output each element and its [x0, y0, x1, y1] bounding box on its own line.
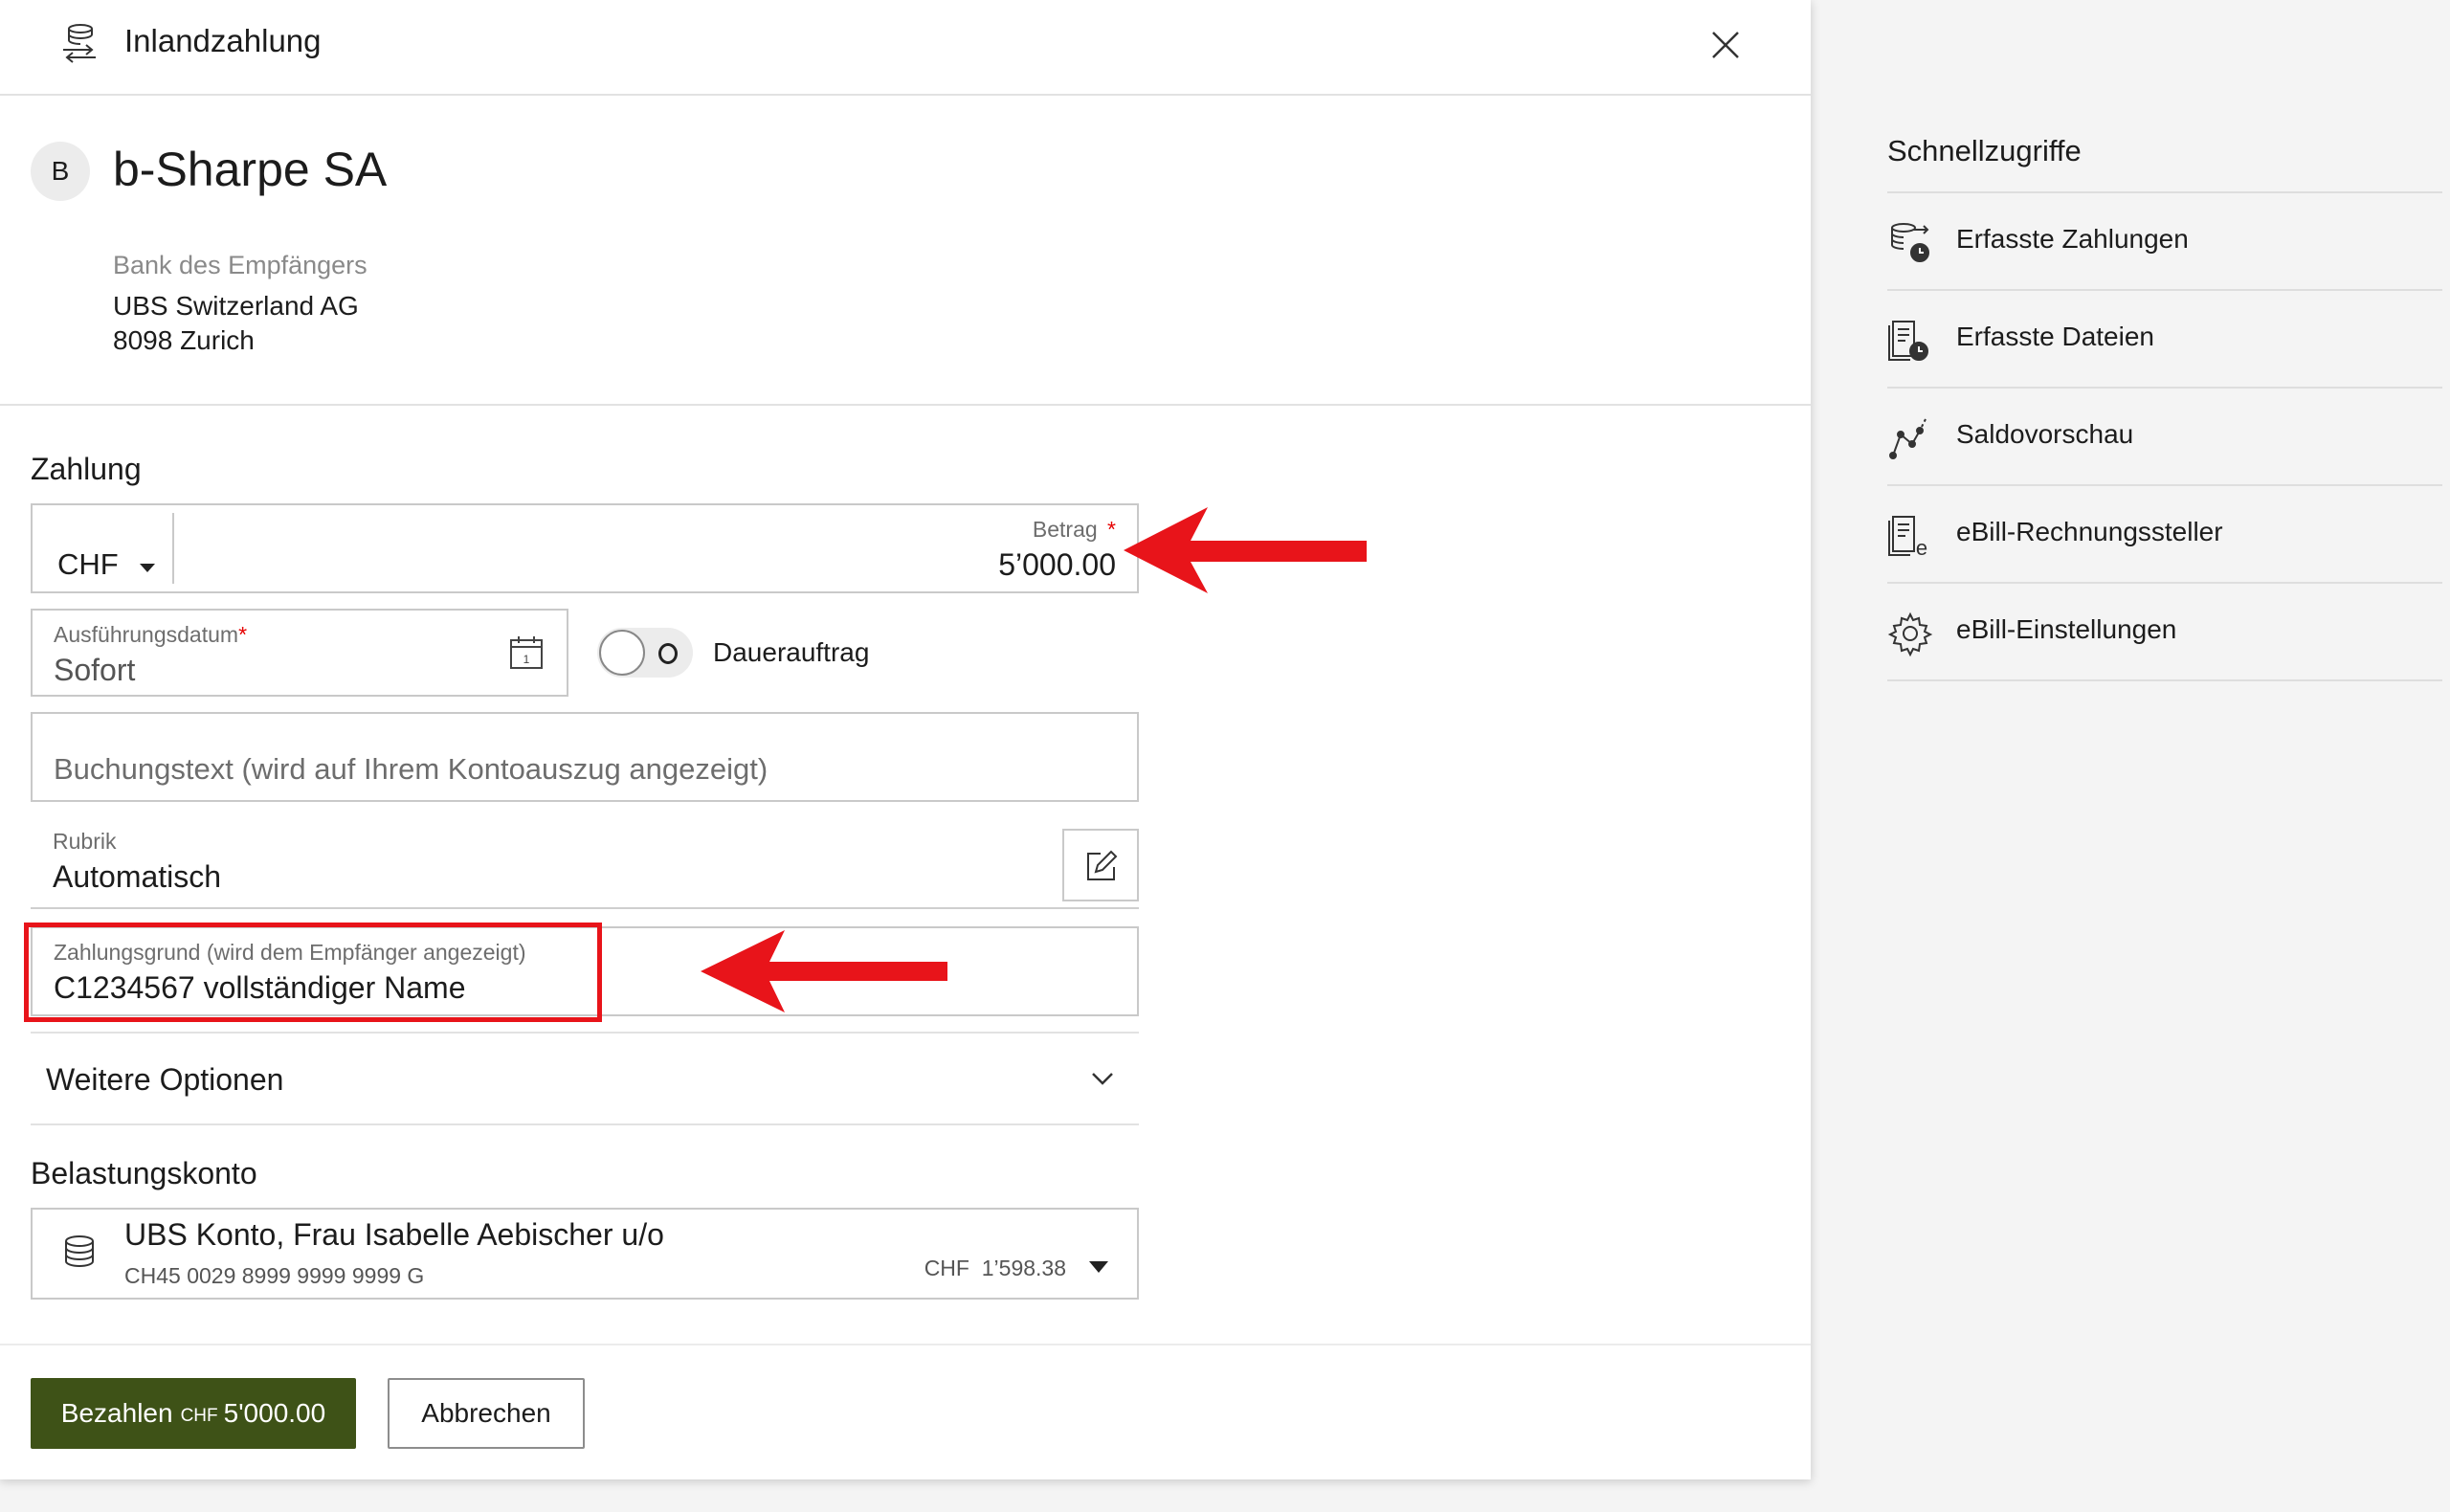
cancel-button[interactable]: Abbrechen — [388, 1378, 585, 1449]
booking-text-placeholder: Buchungstext (wird auf Ihrem Kontoauszug… — [54, 752, 768, 786]
amount-label: Betrag * — [1032, 517, 1116, 542]
toggle-knob — [599, 630, 645, 676]
execution-date-label: Ausführungsdatum* — [54, 622, 248, 647]
amount-input[interactable]: 5’000.00 — [998, 547, 1116, 583]
quick-link-label: eBill-Einstellungen — [1956, 614, 2177, 644]
payee-name: b-Sharpe SA — [113, 143, 388, 196]
payee-divider — [0, 404, 1811, 406]
chevron-down-icon — [1092, 1073, 1113, 1085]
payee-bank-label: Bank des Empfängers — [113, 251, 368, 279]
recorded-payments-icon — [1891, 223, 1929, 262]
quick-access-divider — [1887, 679, 2442, 681]
quick-link-ebill-settings[interactable]: eBill-Einstellungen — [1887, 584, 2442, 679]
svg-text:e: e — [1916, 536, 1927, 559]
currency-divider — [172, 513, 174, 584]
footer-divider — [0, 1344, 1811, 1345]
annotation-arrow-amount — [1124, 507, 1367, 593]
pay-button-currency: CHF — [180, 1406, 218, 1426]
debit-account-iban: CH45 0029 8999 9999 9999 G — [124, 1263, 425, 1288]
header-divider — [0, 94, 1811, 96]
debit-account-balance: CHF 1’598.38 — [924, 1256, 1066, 1280]
pay-button-label: Bezahlen — [60, 1398, 173, 1428]
edit-icon — [1087, 850, 1118, 880]
quick-link-balance-preview[interactable]: Saldovorschau — [1887, 389, 2442, 484]
currency-value: CHF — [57, 547, 119, 581]
toggle-off-indicator — [658, 643, 678, 664]
close-icon[interactable] — [1705, 25, 1746, 65]
payment-dialog: Inlandzahlung B b-Sharpe SA Bank des Emp… — [0, 0, 1811, 1479]
quick-link-label: eBill-Rechnungssteller — [1956, 517, 2223, 546]
svg-text:1: 1 — [523, 653, 530, 666]
caret-down-icon — [140, 564, 156, 572]
calendar-icon[interactable]: 1 — [507, 634, 546, 672]
annotation-highlight-box — [24, 923, 602, 1022]
quick-link-label: Saldovorschau — [1956, 419, 2134, 449]
annotation-arrow-reason — [701, 930, 947, 1012]
standing-order-toggle[interactable] — [597, 628, 693, 678]
booking-text-input[interactable]: Buchungstext (wird auf Ihrem Kontoauszug… — [31, 712, 1139, 802]
quick-link-label: Erfasste Zahlungen — [1956, 224, 2189, 254]
pay-button[interactable]: Bezahlen CHF 5'000.00 — [31, 1378, 356, 1449]
quick-link-label: Erfasste Dateien — [1956, 322, 2154, 351]
category-label: Rubrik — [53, 829, 117, 854]
category-value: Automatisch — [53, 859, 222, 894]
currency-select[interactable]: CHF — [57, 547, 157, 582]
account-coins-icon — [65, 1235, 94, 1268]
more-options-label: Weitere Optionen — [46, 1062, 284, 1097]
quick-link-recorded-files[interactable]: Erfasste Dateien — [1887, 291, 2442, 387]
more-options-toggle[interactable]: Weitere Optionen — [31, 1034, 1139, 1123]
quick-link-recorded-payments[interactable]: Erfasste Zahlungen — [1887, 193, 2442, 289]
payee-bank-name: UBS Switzerland AG — [113, 291, 359, 321]
quick-link-ebill-billers[interactable]: e eBill-Rechnungssteller — [1887, 486, 2442, 582]
debit-account-section-title: Belastungskonto — [31, 1156, 257, 1190]
ebill-billers-icon: e — [1888, 516, 1927, 559]
payment-section-title: Zahlung — [31, 452, 142, 486]
execution-date-field[interactable]: Ausführungsdatum* Sofort 1 — [31, 609, 568, 697]
debit-account-select[interactable]: UBS Konto, Frau Isabelle Aebischer u/o C… — [31, 1208, 1139, 1300]
debit-account-name: UBS Konto, Frau Isabelle Aebischer u/o — [124, 1217, 664, 1252]
amount-field: CHF Betrag * 5’000.00 — [31, 503, 1139, 593]
category-underline — [31, 907, 1139, 909]
execution-date-value: Sofort — [54, 653, 136, 687]
pay-button-amount: 5'000.00 — [223, 1398, 326, 1428]
dialog-title: Inlandzahlung — [124, 23, 322, 58]
domestic-payment-icon — [63, 24, 96, 63]
balance-preview-icon — [1889, 418, 1927, 459]
settings-gear-icon — [1887, 611, 1933, 656]
payee-bank-city: 8098 Zurich — [113, 325, 255, 355]
payee-avatar: B — [31, 142, 90, 201]
quick-access-title: Schnellzugriffe — [1887, 134, 2082, 167]
options-bottom-line — [31, 1123, 1139, 1125]
edit-category-button[interactable] — [1062, 829, 1139, 901]
caret-down-icon — [1089, 1261, 1108, 1273]
recorded-files-icon — [1888, 321, 1928, 361]
standing-order-label: Dauerauftrag — [713, 637, 870, 667]
